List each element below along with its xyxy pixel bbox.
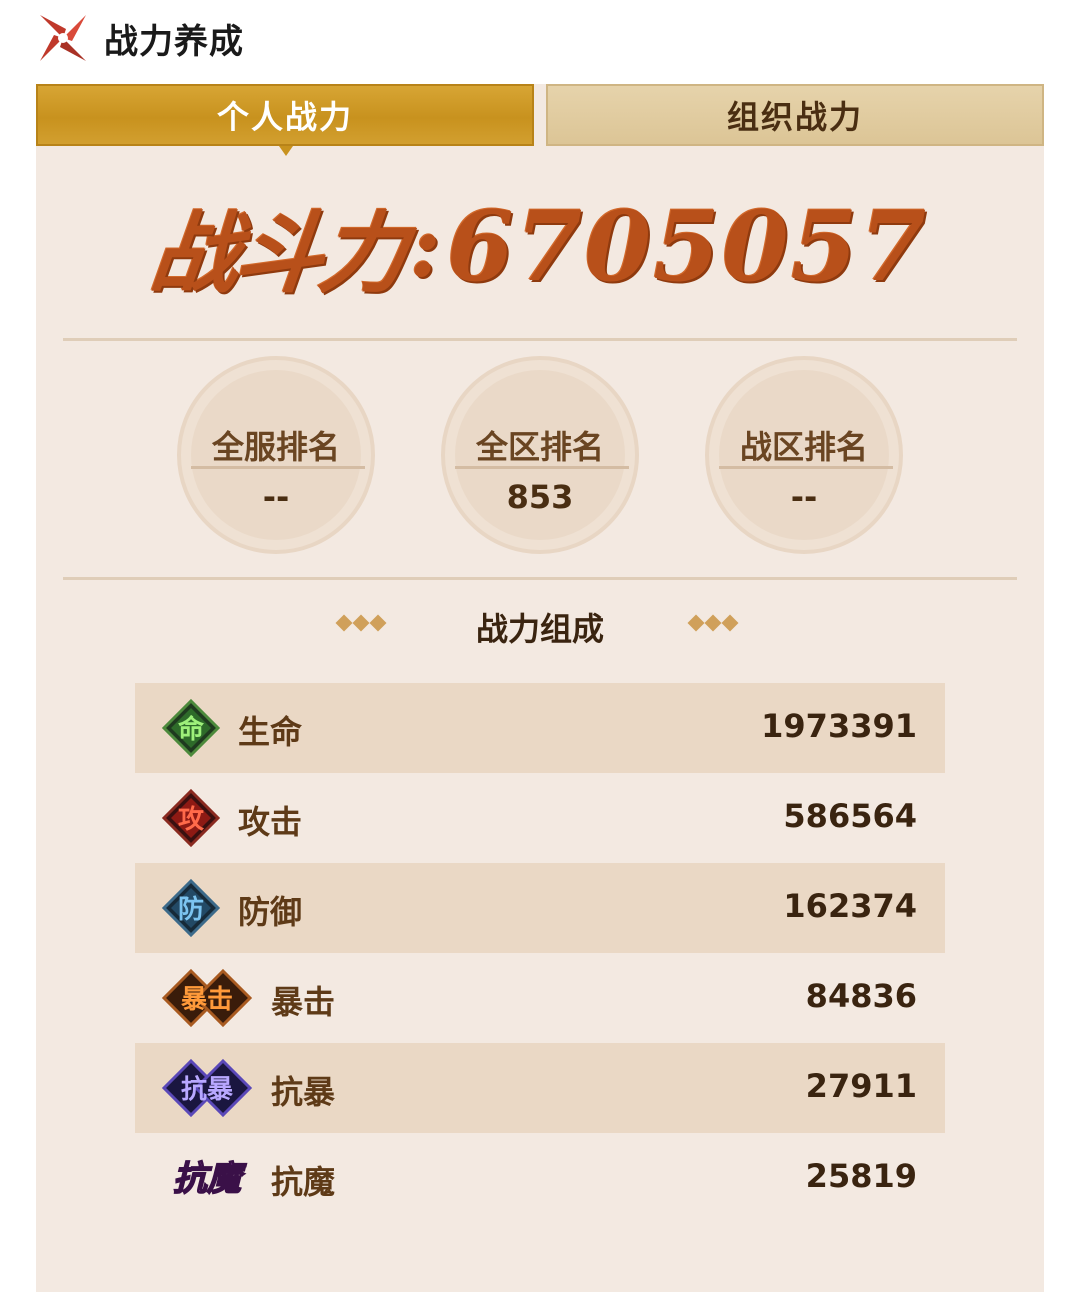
- rank-region: 全区排名 853: [441, 356, 639, 554]
- app-header: 战力养成: [36, 8, 244, 68]
- life-icon: 命: [161, 698, 221, 758]
- stat-value: 27911: [805, 1067, 917, 1105]
- stat-row-crit: 暴击 暴击 84836: [135, 953, 945, 1043]
- rank-value: --: [790, 478, 818, 516]
- rank-label: 全服排名: [211, 428, 340, 466]
- divider: [63, 338, 1017, 341]
- stat-label: 防御: [238, 893, 303, 931]
- svg-text:抗暴: 抗暴: [181, 1074, 233, 1105]
- rank-divider: [455, 466, 629, 469]
- stat-label: 生命: [238, 713, 303, 751]
- rank-label: 战区排名: [739, 428, 868, 466]
- stat-row-attack: 攻 攻击 586564: [135, 773, 945, 863]
- tab-label: 个人战力: [216, 98, 353, 136]
- stat-value: 162374: [783, 887, 917, 925]
- rank-label: 全区排名: [475, 428, 604, 466]
- anti-crit-icon: 抗暴: [161, 1058, 253, 1118]
- stat-row-defense: 防 防御 162374: [135, 863, 945, 953]
- stat-row-anti-magic: 抗魔 抗魔 25819: [135, 1133, 945, 1223]
- stat-value: 586564: [783, 797, 917, 835]
- svg-text:防: 防: [178, 895, 204, 925]
- tab-organization-power[interactable]: 组织战力: [546, 84, 1044, 146]
- svg-text:命: 命: [178, 714, 205, 745]
- divider: [63, 577, 1017, 580]
- combat-power-colon: :: [409, 196, 441, 296]
- stat-label: 抗暴: [271, 1073, 336, 1111]
- svg-text:暴击: 暴击: [181, 985, 233, 1015]
- stat-row-anti-crit: 抗暴 抗暴 27911: [135, 1043, 945, 1133]
- rank-server: 全服排名 --: [177, 356, 375, 554]
- rank-divider: [719, 466, 893, 469]
- page-title: 战力养成: [104, 21, 244, 62]
- rank-value: --: [262, 478, 290, 516]
- stat-value: 1973391: [761, 707, 917, 745]
- stat-value: 25819: [805, 1157, 917, 1195]
- stat-value: 84836: [805, 977, 917, 1015]
- stat-label: 暴击: [271, 983, 336, 1021]
- rank-divider: [191, 466, 365, 469]
- combat-power-display: 战斗力 : 6705057: [36, 186, 1044, 306]
- rank-value: 853: [506, 478, 574, 516]
- svg-text:攻: 攻: [178, 805, 205, 835]
- shuriken-icon: [40, 15, 86, 61]
- decorative-diamonds-right: [687, 614, 739, 632]
- tab-personal-power[interactable]: 个人战力: [36, 84, 534, 156]
- defense-icon: 防: [161, 878, 221, 938]
- anti-magic-icon: 抗魔: [172, 1158, 247, 1200]
- combat-power-value: 6705057: [446, 189, 929, 303]
- composition-title: 战力组成: [475, 610, 604, 648]
- svg-text:抗魔: 抗魔: [173, 1159, 247, 1199]
- stat-label: 抗魔: [271, 1163, 336, 1201]
- rank-war-zone: 战区排名 --: [705, 356, 903, 554]
- stat-label: 攻击: [238, 803, 303, 841]
- combat-power-label: 战斗力: [145, 200, 409, 305]
- tab-label: 组织战力: [726, 98, 863, 136]
- attack-icon: 攻: [161, 788, 221, 848]
- stat-row-life: 命 生命 1973391: [135, 683, 945, 773]
- crit-icon: 暴击: [161, 968, 253, 1028]
